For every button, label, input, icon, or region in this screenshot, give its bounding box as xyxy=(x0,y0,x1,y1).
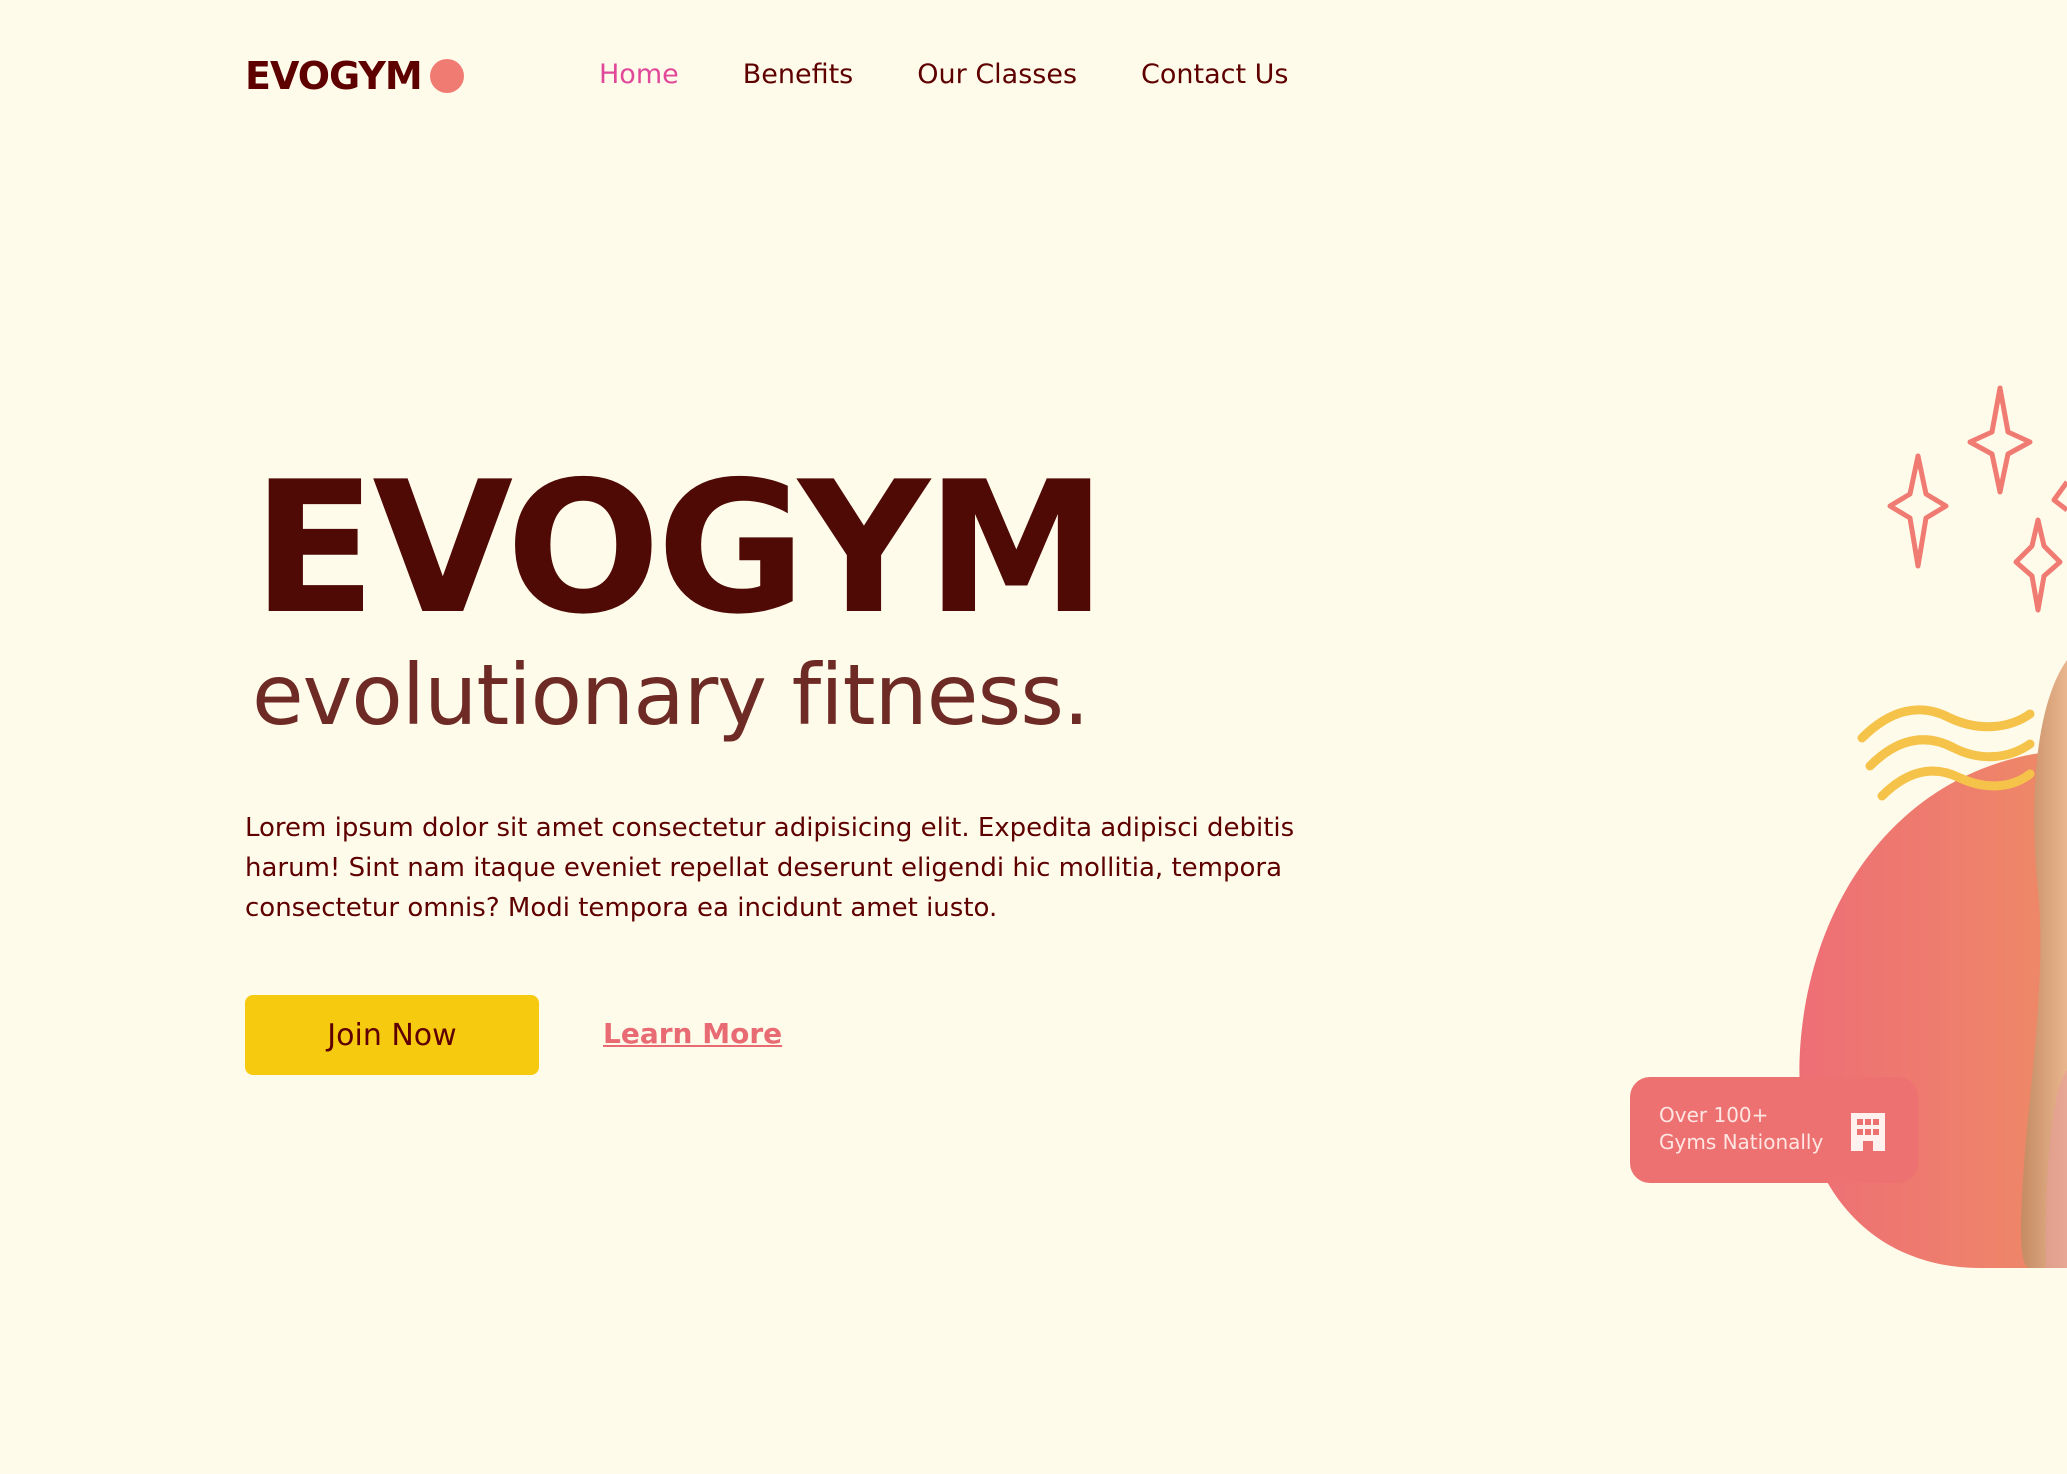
nav-item-our-classes[interactable]: Our Classes xyxy=(917,52,1077,98)
nav-item-home[interactable]: Home xyxy=(599,52,679,98)
nav-item-contact-us[interactable]: Contact Us xyxy=(1141,52,1288,98)
hero-description: Lorem ipsum dolor sit amet consectetur a… xyxy=(245,813,1295,923)
nav-item-benefits[interactable]: Benefits xyxy=(743,52,854,98)
logo[interactable]: EVOGYM xyxy=(245,50,464,102)
nav-links: Home Benefits Our Classes Contact Us xyxy=(599,52,1289,98)
logo-text: EVOGYM xyxy=(245,54,423,98)
wave-lines-icon xyxy=(1857,705,2035,801)
learn-more-link[interactable]: Learn More xyxy=(603,1012,782,1056)
building-icon xyxy=(1851,1113,1885,1151)
badge-text: Over 100+ Gyms Nationally xyxy=(1659,1102,1823,1156)
join-now-button[interactable]: Join Now xyxy=(245,995,539,1075)
badge-line-2: Gyms Nationally xyxy=(1659,1130,1824,1154)
navbar: EVOGYM Home Benefits Our Classes Contact… xyxy=(0,0,2067,152)
hero-subtitle: evolutionary fitness. xyxy=(252,646,1090,744)
sparkles-icon xyxy=(1887,385,2067,613)
badge-line-1: Over 100+ xyxy=(1659,1103,1769,1127)
hero-title: EVOGYM xyxy=(252,442,1107,654)
gyms-badge: Over 100+ Gyms Nationally xyxy=(1630,1077,1918,1183)
logo-dot-icon xyxy=(429,59,464,93)
